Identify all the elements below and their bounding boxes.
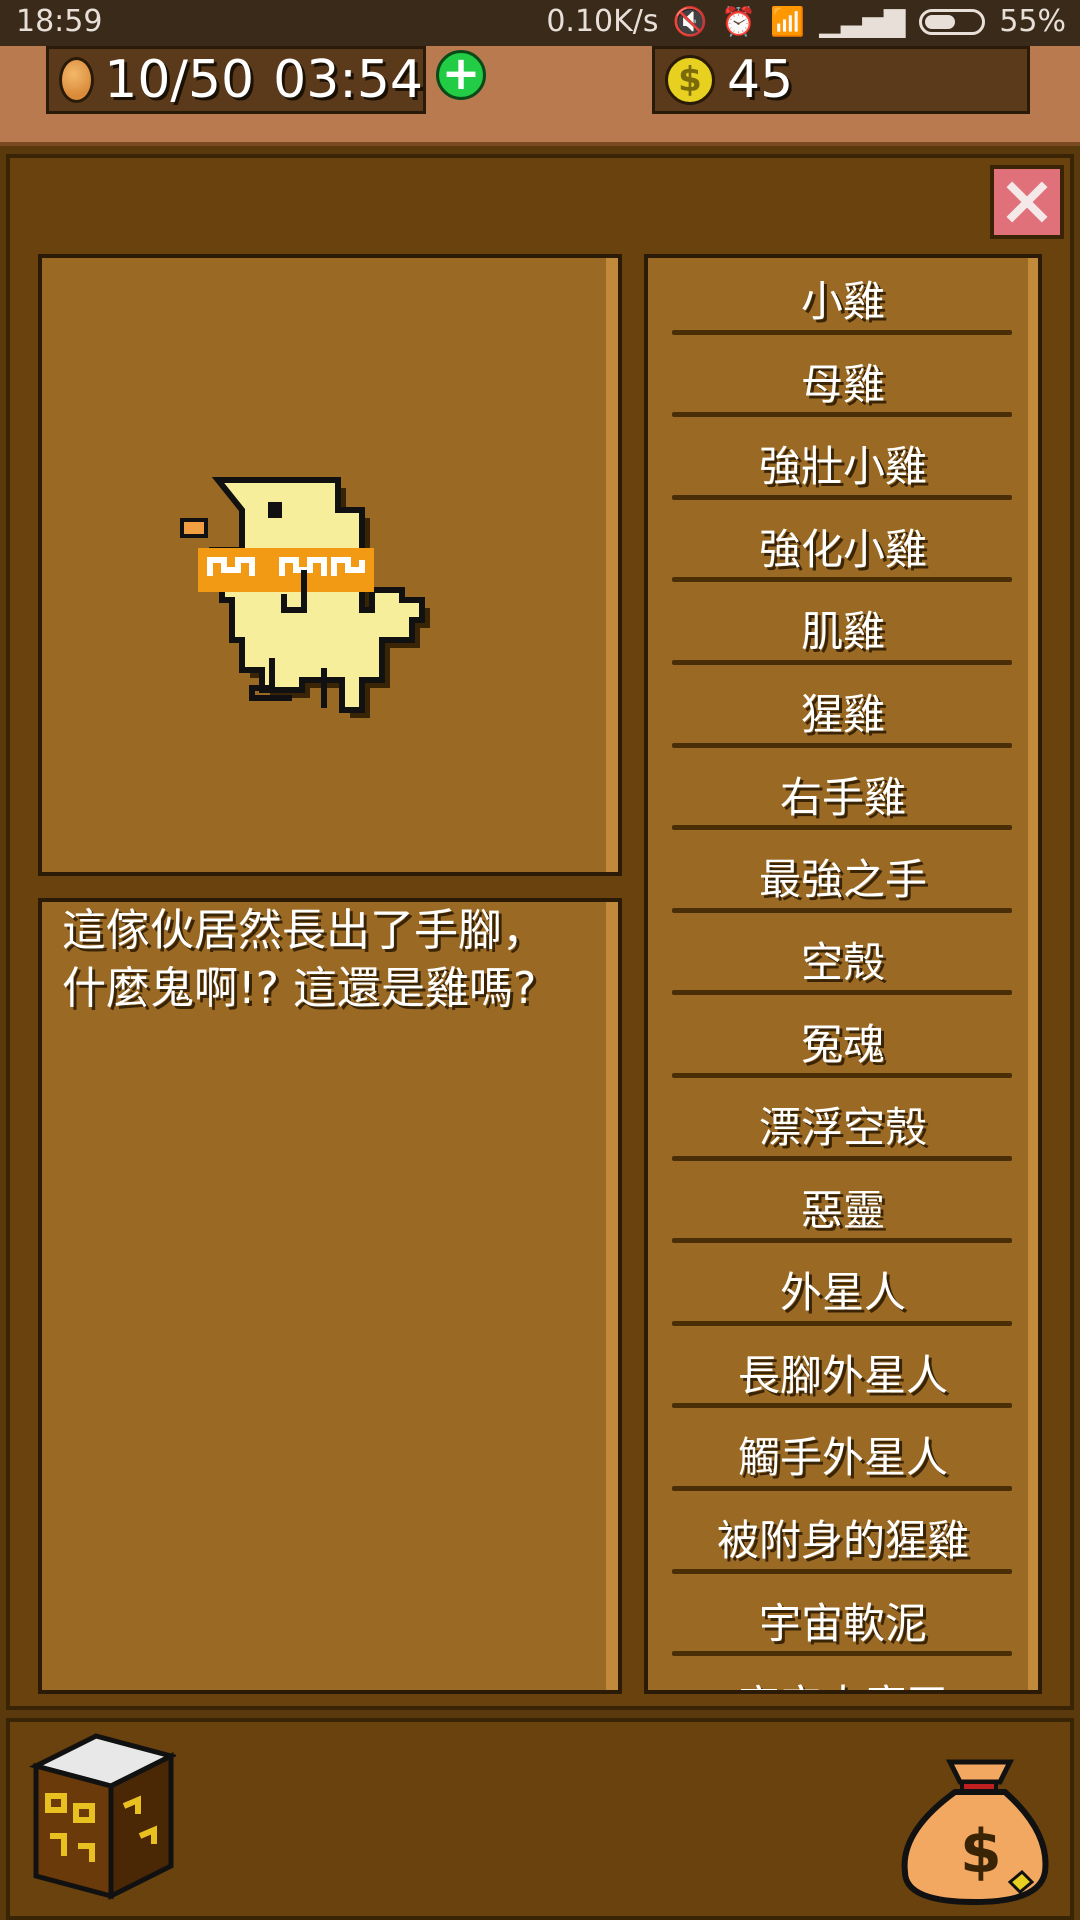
battery-percent: 55% <box>999 4 1066 39</box>
list-item[interactable]: 冤魂 <box>648 1001 1038 1084</box>
mute-icon: 🔇 <box>672 5 708 38</box>
creature-name: 猩雞 <box>800 689 885 739</box>
coin-icon: $ <box>665 55 715 105</box>
money-bag-icon[interactable]: $ <box>900 1742 1050 1916</box>
creature-name: 長腳外星人 <box>737 1350 948 1400</box>
list-item[interactable]: 肌雞 <box>648 588 1038 671</box>
chick-sprite <box>180 477 430 718</box>
signal-icon: ▁▃▅▇ <box>819 5 906 38</box>
resource-bar: 10/50 03:54 + $ 45 <box>0 46 1080 146</box>
creature-description: 這傢伙居然長出了手腳， 什麼鬼啊!? 這還是雞嗎? <box>62 905 546 1014</box>
creature-name: 空殼 <box>800 937 885 987</box>
list-item[interactable]: 母雞 <box>648 341 1038 424</box>
status-icons: 0.10K/s 🔇 ⏰ 📶 ▁▃▅▇ 55% <box>546 4 1066 39</box>
list-item[interactable]: 右手雞 <box>648 754 1038 837</box>
creature-name: 肌雞 <box>800 607 885 657</box>
network-speed: 0.10K/s <box>546 4 659 39</box>
energy-counter: 10/50 03:54 <box>46 46 426 114</box>
energy-value: 10/50 <box>104 50 255 110</box>
creature-name: 惡靈 <box>800 1185 885 1235</box>
creature-name: 宇宙軟泥 <box>758 1598 927 1648</box>
creature-description-card: 這傢伙居然長出了手腳， 什麼鬼啊!? 這還是雞嗎? <box>38 898 622 1694</box>
list-item[interactable]: 宇宙大魔王 <box>648 1662 1038 1690</box>
add-energy-button[interactable]: + <box>436 50 486 100</box>
battery-icon <box>919 8 986 35</box>
battery-fill <box>925 14 955 29</box>
list-item[interactable]: 小雞 <box>648 258 1038 341</box>
list-item[interactable]: 空殼 <box>648 919 1038 1002</box>
list-item[interactable]: 漂浮空殼 <box>648 1084 1038 1167</box>
creature-name: 外星人 <box>779 1268 906 1318</box>
list-item[interactable]: 外星人 <box>648 1249 1038 1332</box>
list-item[interactable]: 強化小雞 <box>648 506 1038 589</box>
list-item[interactable]: 長腳外星人 <box>648 1332 1038 1415</box>
creature-name: 漂浮空殼 <box>758 1102 927 1152</box>
svg-text:$: $ <box>960 1817 1002 1887</box>
close-button[interactable] <box>990 165 1064 239</box>
book-icon[interactable] <box>26 1726 179 1910</box>
creature-portrait <box>38 254 622 876</box>
status-bar: 18:59 0.10K/s 🔇 ⏰ 📶 ▁▃▅▇ 55% <box>0 0 1080 46</box>
list-item[interactable]: 被附身的猩雞 <box>648 1497 1038 1580</box>
list-item[interactable]: 宇宙軟泥 <box>648 1580 1038 1663</box>
list-item[interactable]: 最強之手 <box>648 836 1038 919</box>
creature-name: 右手雞 <box>779 772 906 822</box>
creature-name: 母雞 <box>800 359 885 409</box>
creature-name: 被附身的猩雞 <box>716 1515 969 1565</box>
creature-name: 宇宙大魔王 <box>648 1662 1038 1690</box>
alarm-icon: ⏰ <box>721 5 757 38</box>
clock: 18:59 <box>16 4 103 39</box>
creature-name: 小雞 <box>800 277 885 326</box>
creature-name: 強化小雞 <box>758 524 927 574</box>
creature-name: 最強之手 <box>758 855 927 905</box>
list-item[interactable]: 強壯小雞 <box>648 423 1038 506</box>
list-item[interactable]: 惡靈 <box>648 1167 1038 1250</box>
creature-name: 強壯小雞 <box>758 442 927 492</box>
creature-name: 觸手外星人 <box>737 1433 948 1483</box>
energy-timer: 03:54 <box>273 50 423 110</box>
coin-counter: $ 45 <box>652 46 1030 114</box>
creature-name: 冤魂 <box>800 1020 885 1070</box>
list-item[interactable]: 觸手外星人 <box>648 1414 1038 1497</box>
list-item[interactable]: 猩雞 <box>648 671 1038 754</box>
creature-list[interactable]: 小雞母雞強壯小雞強化小雞肌雞猩雞右手雞最強之手空殼冤魂漂浮空殼惡靈外星人長腳外星… <box>644 254 1042 1694</box>
coin-value: 45 <box>727 50 794 110</box>
cookie-icon <box>59 57 95 103</box>
wifi-icon: 📶 <box>770 5 806 38</box>
